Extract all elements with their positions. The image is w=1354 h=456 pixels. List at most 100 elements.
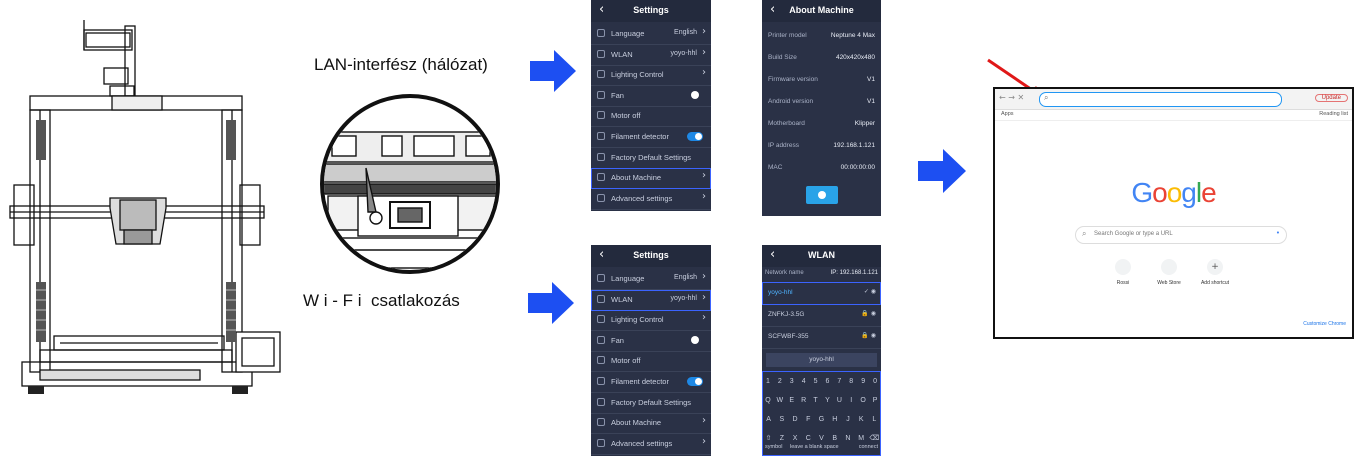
keyboard-key[interactable]: 5 — [810, 375, 821, 388]
settings-item[interactable]: Language English › — [591, 24, 711, 45]
keyboard-key[interactable]: 7 — [834, 375, 845, 388]
settings-item-value: English — [674, 274, 697, 281]
filament-icon — [597, 132, 605, 140]
connected-icon: ✓ ◉ — [863, 288, 876, 295]
settings-item[interactable]: About Machine › — [591, 168, 711, 190]
toggle-switch[interactable] — [687, 377, 703, 386]
settings-item-value: yoyo-hhl — [670, 294, 697, 302]
fan-toggle[interactable] — [691, 335, 699, 344]
keyboard-key[interactable]: L — [869, 413, 880, 426]
wifi-network-item[interactable]: yoyo-hhl ✓ ◉ — [762, 282, 881, 305]
arrow-icon — [528, 282, 574, 324]
settings-item[interactable]: About Machine › — [591, 413, 711, 435]
about-info-value: 420x420x480 — [835, 54, 875, 61]
settings-item[interactable]: WLAN yoyo-hhl › — [591, 289, 711, 311]
settings-item[interactable]: Language English › — [591, 269, 711, 290]
about-info-value: 00:00:00:00 — [840, 164, 875, 171]
keyboard-key[interactable]: 4 — [798, 375, 809, 388]
settings-item[interactable]: Filament detector — [591, 372, 711, 393]
settings-item[interactable]: Motor off — [591, 351, 711, 373]
symbol-key[interactable]: symbol — [765, 444, 782, 450]
keyboard-key[interactable]: D — [790, 413, 801, 426]
customize-chrome-link[interactable]: Customize Chrome — [1303, 321, 1346, 327]
fan-icon — [597, 90, 605, 99]
screen-title: About Machine — [789, 5, 854, 15]
reading-list-link[interactable]: Reading list — [1319, 111, 1348, 117]
settings-item[interactable]: WLAN yoyo-hhl › — [591, 45, 711, 66]
keyboard-key[interactable]: 2 — [774, 375, 785, 388]
fan-icon — [597, 335, 605, 344]
keyboard-key[interactable]: J — [842, 413, 853, 426]
settings-item-label: Motor off — [611, 356, 641, 366]
address-bar[interactable]: ⌕ — [1039, 92, 1282, 107]
keyboard-key[interactable]: U — [834, 394, 845, 407]
keyboard-key[interactable]: O — [858, 394, 869, 407]
keyboard-key[interactable]: G — [816, 413, 827, 426]
settings-item[interactable]: Fan — [591, 331, 711, 352]
settings-item[interactable]: Fan — [591, 86, 711, 107]
search-input[interactable]: ⌕ Search Google or type a URL • — [1075, 226, 1287, 244]
password-input[interactable]: yoyo-hhl — [766, 353, 877, 367]
keyboard-key[interactable]: T — [810, 394, 821, 407]
globe-icon — [597, 274, 605, 282]
settings-item[interactable]: Factory Default Settings — [591, 148, 711, 169]
motor-icon — [597, 356, 605, 365]
about-info-value: V1 — [867, 98, 875, 105]
keyboard-key[interactable]: A — [763, 413, 774, 426]
about-ok-button[interactable] — [806, 186, 838, 204]
settings-item-label: About Machine — [611, 418, 662, 428]
keyboard-key[interactable]: Q — [762, 394, 773, 407]
wifi-network-item[interactable]: SCFWBF-355 🔒 ◉ — [762, 326, 881, 349]
keyboard-key[interactable]: P — [870, 394, 881, 407]
about-info-key: Firmware version — [768, 76, 818, 83]
keyboard-key[interactable]: 6 — [822, 375, 833, 388]
settings-item-label: Lighting Control — [611, 70, 664, 80]
settings-item[interactable]: Filament detector — [591, 127, 711, 148]
fan-toggle[interactable] — [691, 90, 699, 99]
connect-key[interactable]: connect — [859, 444, 878, 450]
update-button[interactable]: Update — [1314, 94, 1348, 102]
keyboard-key[interactable]: R — [798, 394, 809, 407]
motor-icon — [597, 111, 605, 120]
settings-item-label: Lighting Control — [611, 315, 664, 325]
shortcut-tile[interactable]: Rossi — [1103, 259, 1143, 293]
keyboard-key[interactable]: 9 — [858, 375, 869, 388]
shortcut-tile[interactable]: Web Store — [1149, 259, 1189, 293]
settings-item[interactable]: Factory Default Settings — [591, 393, 711, 414]
chevron-right-icon: › — [702, 190, 706, 202]
settings-item[interactable]: Lighting Control › — [591, 310, 711, 332]
keyboard-key[interactable]: W — [774, 394, 785, 407]
keyboard-key[interactable]: 3 — [786, 375, 797, 388]
keyboard-key[interactable]: E — [786, 394, 797, 407]
keyboard-key[interactable]: K — [856, 413, 867, 426]
shortcut-tile[interactable]: + Add shortcut — [1195, 259, 1235, 293]
wifi-network-name: ZNFKJ-3.5G — [768, 311, 805, 318]
keyboard-key[interactable]: 8 — [846, 375, 857, 388]
about-info-key: Printer model — [768, 32, 807, 39]
browser-window: ← → ✕ ⌕ Update Apps Reading list Google … — [993, 87, 1354, 339]
settings-item-label: Language — [611, 274, 645, 283]
keyboard-key[interactable]: I — [846, 394, 857, 407]
about-info-row: Printer model Neptune 4 Max — [762, 26, 881, 48]
settings-item[interactable]: Advanced settings › — [591, 189, 711, 210]
settings-item-label: Advanced settings — [611, 438, 673, 448]
wlan-screen: ‹ WLAN Network name IP: 192.168.1.121 yoy… — [762, 245, 881, 456]
wifi-network-item[interactable]: ZNFKJ-3.5G 🔒 ◉ — [762, 304, 881, 327]
settings-item[interactable]: Advanced settings › — [591, 434, 711, 455]
keyboard-key[interactable]: 0 — [870, 375, 881, 388]
keyboard-key[interactable]: H — [829, 413, 840, 426]
mic-icon[interactable]: • — [1276, 229, 1280, 237]
toggle-switch[interactable] — [687, 132, 703, 141]
nav-icons[interactable]: ← → ✕ — [999, 93, 1024, 102]
settings-item-label: Motor off — [611, 111, 641, 121]
keyboard-key[interactable]: 1 — [762, 375, 773, 388]
keyboard-key[interactable]: Y — [822, 394, 833, 407]
settings-item[interactable]: Lighting Control › — [591, 65, 711, 87]
keyboard-key[interactable]: F — [803, 413, 814, 426]
keyboard-key[interactable]: S — [776, 413, 787, 426]
settings-item[interactable]: Motor off — [591, 106, 711, 128]
lan-port-closeup — [320, 94, 500, 274]
space-key[interactable]: leave a blank space — [790, 444, 839, 450]
apps-link[interactable]: Apps — [1001, 111, 1014, 117]
about-info-value: 192.168.1.121 — [833, 142, 875, 149]
